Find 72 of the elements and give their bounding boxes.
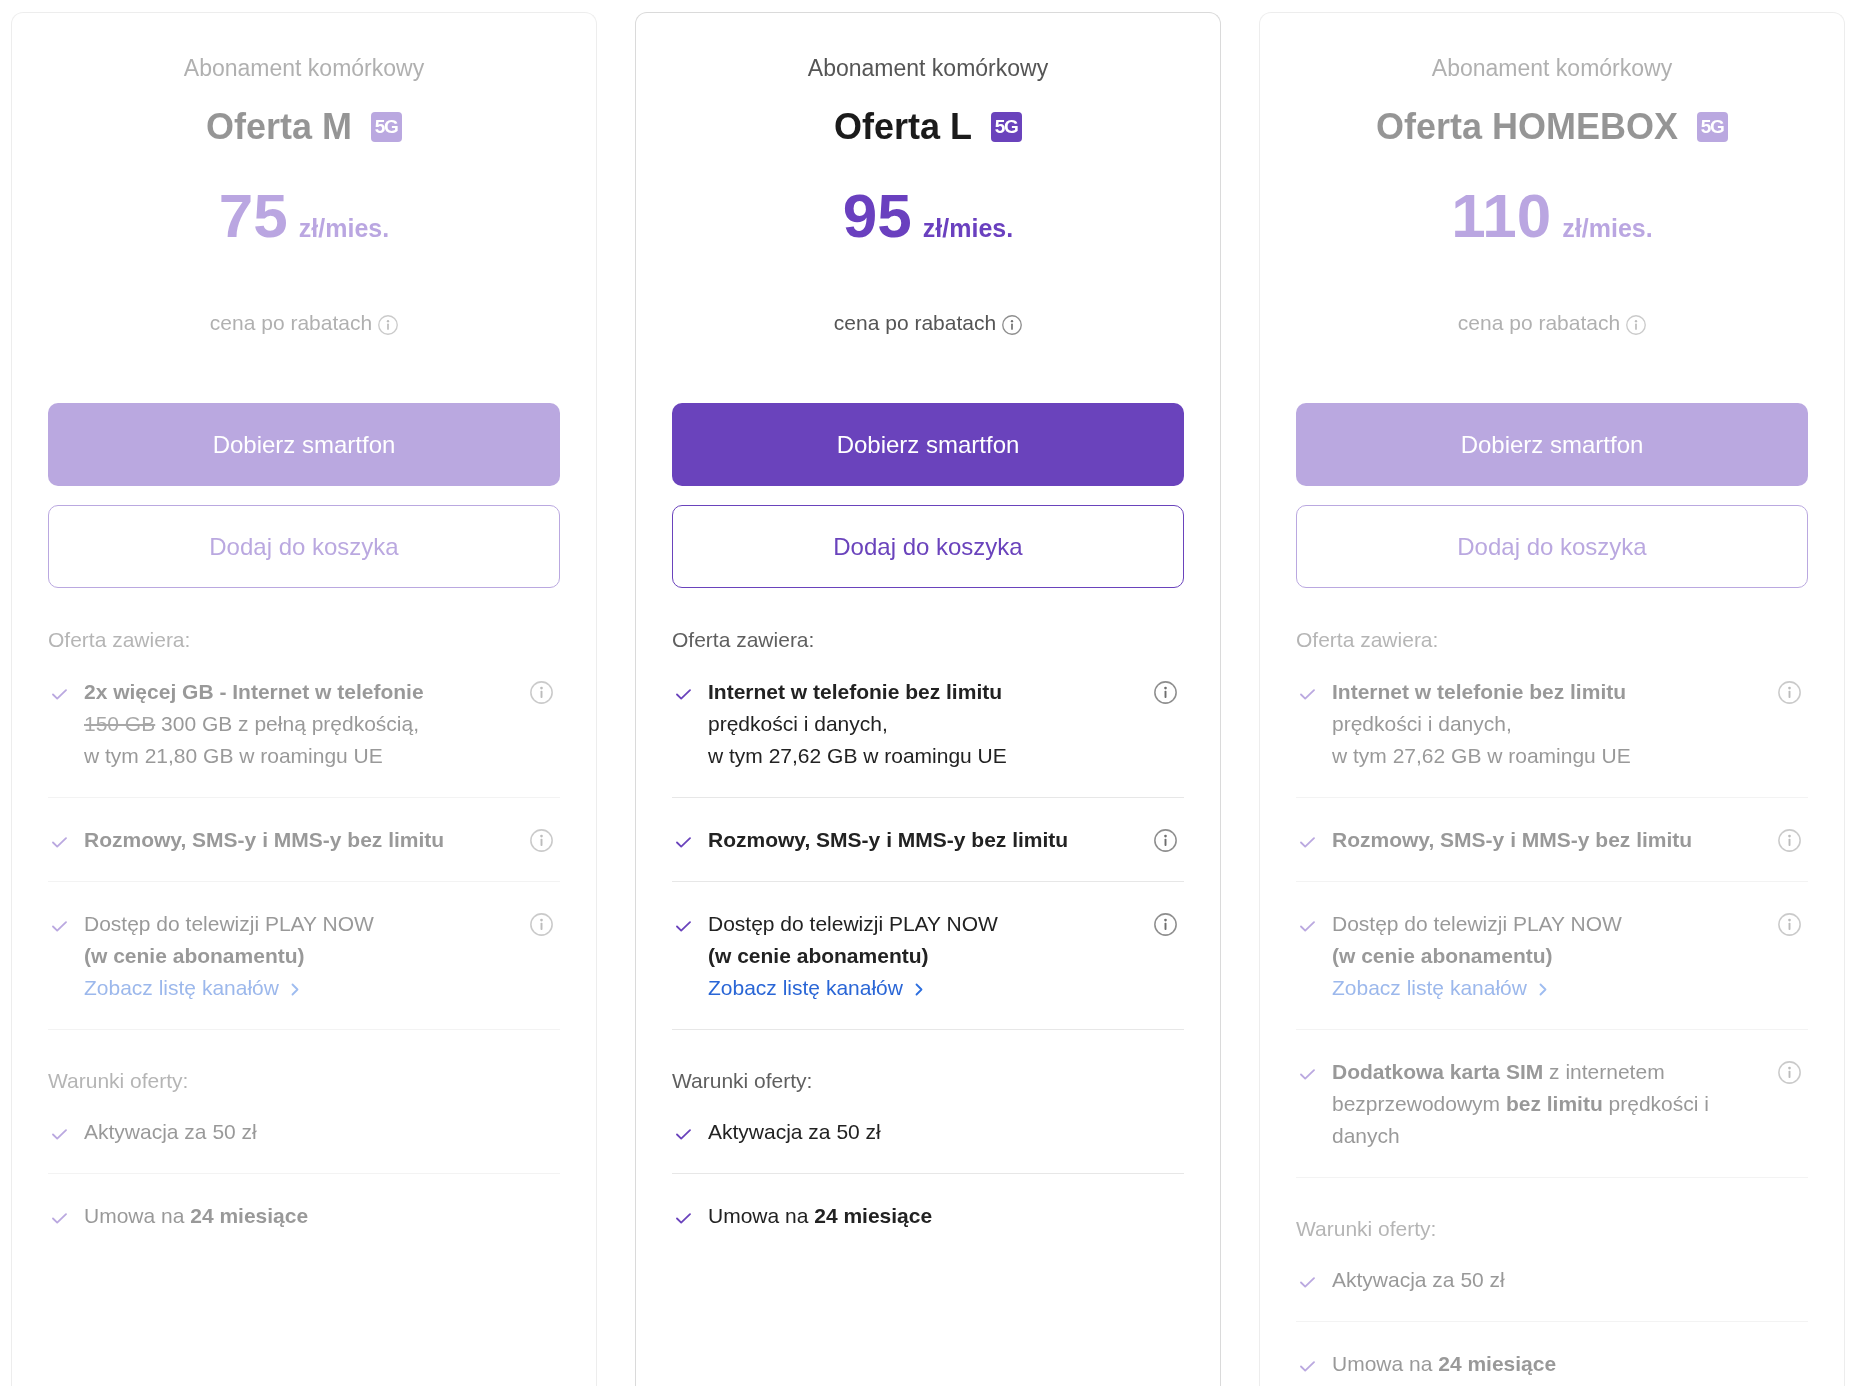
plan-name: Oferta M (206, 105, 352, 149)
chevron-right-icon (290, 982, 299, 996)
add-to-cart-button[interactable]: Dodaj do koszyka (48, 505, 560, 588)
choose-phone-button[interactable]: Dobierz smartfon (48, 403, 560, 486)
feature-text: Rozmowy, SMS-y i MMS-y bez limitu (84, 827, 445, 853)
choose-phone-button[interactable]: Dobierz smartfon (1296, 403, 1808, 486)
section-title: Warunki oferty: (1296, 1216, 1437, 1242)
feature-text: Dostęp do telewizji PLAY NOW (w cenie abonamentu) (708, 911, 998, 969)
section-title: Warunki oferty: (672, 1068, 813, 1094)
feature-text: Rozmowy, SMS-y i MMS-y bez limitu (1332, 827, 1693, 853)
choose-phone-button[interactable]: Dobierz smartfon (672, 403, 1184, 486)
price-unit: zł/mies. (298, 213, 390, 243)
add-to-cart-button[interactable]: Dodaj do koszyka (1296, 505, 1808, 588)
term-text: Umowa na 24 miesiące (708, 1203, 933, 1229)
check-icon (676, 1129, 691, 1140)
feature-text: Dodatkowa karta SIM z internetem bezprzewodowym bez limitu prędkości i danych (1332, 1059, 1709, 1149)
check-icon (1300, 921, 1315, 932)
feature-text: Dostęp do telewizji PLAY NOW (w cenie abonamentu) (84, 911, 374, 969)
check-icon (52, 837, 67, 848)
feature-text: Rozmowy, SMS-y i MMS-y bez limitu (708, 827, 1069, 853)
price-note: cena po rabatach (1457, 310, 1621, 336)
price-unit: zł/mies. (922, 213, 1014, 243)
feature-text: 2x więcej GB - Internet w telefonie 150 GB 300 GB z pełną prędkością, w tym 21,80 GB w roamingu UE (84, 679, 424, 769)
section-title: Oferta zawiera: (1296, 627, 1439, 653)
channel-list-link[interactable]: Zobacz listę kanałów (1332, 972, 1547, 1004)
network-badge: 5G (1697, 112, 1728, 142)
term-text: Umowa na 24 miesiące (84, 1203, 309, 1229)
price-amount: 95 (842, 185, 912, 247)
price-amount: 75 (218, 185, 288, 247)
plan-name: Oferta HOMEBOX (1375, 105, 1678, 149)
add-to-cart-button[interactable]: Dodaj do koszyka (672, 505, 1184, 588)
check-icon (676, 689, 691, 700)
plan-category: Abonament komórkowy (1431, 54, 1673, 83)
info-icon[interactable] (1154, 913, 1177, 936)
check-icon (1300, 689, 1315, 700)
price-unit: zł/mies. (1562, 213, 1653, 243)
info-icon[interactable] (1002, 314, 1023, 335)
price-amount: 110 (1451, 185, 1552, 247)
network-badge: 5G (371, 112, 402, 142)
check-icon (1300, 1277, 1315, 1288)
section-title: Oferta zawiera: (48, 627, 191, 653)
check-icon (1300, 837, 1315, 848)
check-icon (52, 689, 67, 700)
price-note: cena po rabatach (833, 310, 997, 336)
info-icon[interactable] (1154, 681, 1177, 704)
network-badge: 5G (991, 112, 1022, 142)
term-text: Aktywacja za 50 zł (708, 1119, 881, 1145)
channel-list-link[interactable]: Zobacz listę kanałów (84, 972, 299, 1004)
feature-text: Dostęp do telewizji PLAY NOW (w cenie abonamentu) (1332, 911, 1622, 969)
check-icon (676, 921, 691, 932)
check-icon (1300, 1361, 1315, 1372)
term-text: Umowa na 24 miesiące (1332, 1351, 1557, 1377)
term-text: Aktywacja za 50 zł (1332, 1267, 1505, 1293)
term-text: Aktywacja za 50 zł (84, 1119, 257, 1145)
section-title: Oferta zawiera: (672, 627, 815, 653)
check-icon (676, 1213, 691, 1224)
check-icon (52, 1129, 67, 1140)
feature-text: Internet w telefonie bez limitu prędkości i danych, w tym 27,62 GB w roamingu UE (708, 679, 1007, 769)
chevron-right-icon (1538, 982, 1547, 996)
plan-category: Abonament komórkowy (183, 54, 425, 83)
feature-text: Internet w telefonie bez limitu prędkości i danych, w tym 27,62 GB w roamingu UE (1332, 679, 1631, 769)
channel-list-link[interactable]: Zobacz listę kanałów (708, 972, 923, 1004)
check-icon (52, 921, 67, 932)
check-icon (1300, 1069, 1315, 1080)
check-icon (52, 1213, 67, 1224)
check-icon (676, 837, 691, 848)
info-icon[interactable] (1154, 829, 1177, 852)
plan-name: Oferta L (834, 105, 972, 149)
chevron-right-icon (914, 982, 923, 996)
plan-category: Abonament komórkowy (807, 54, 1049, 83)
price-note: cena po rabatach (209, 310, 373, 336)
section-title: Warunki oferty: (48, 1068, 189, 1094)
